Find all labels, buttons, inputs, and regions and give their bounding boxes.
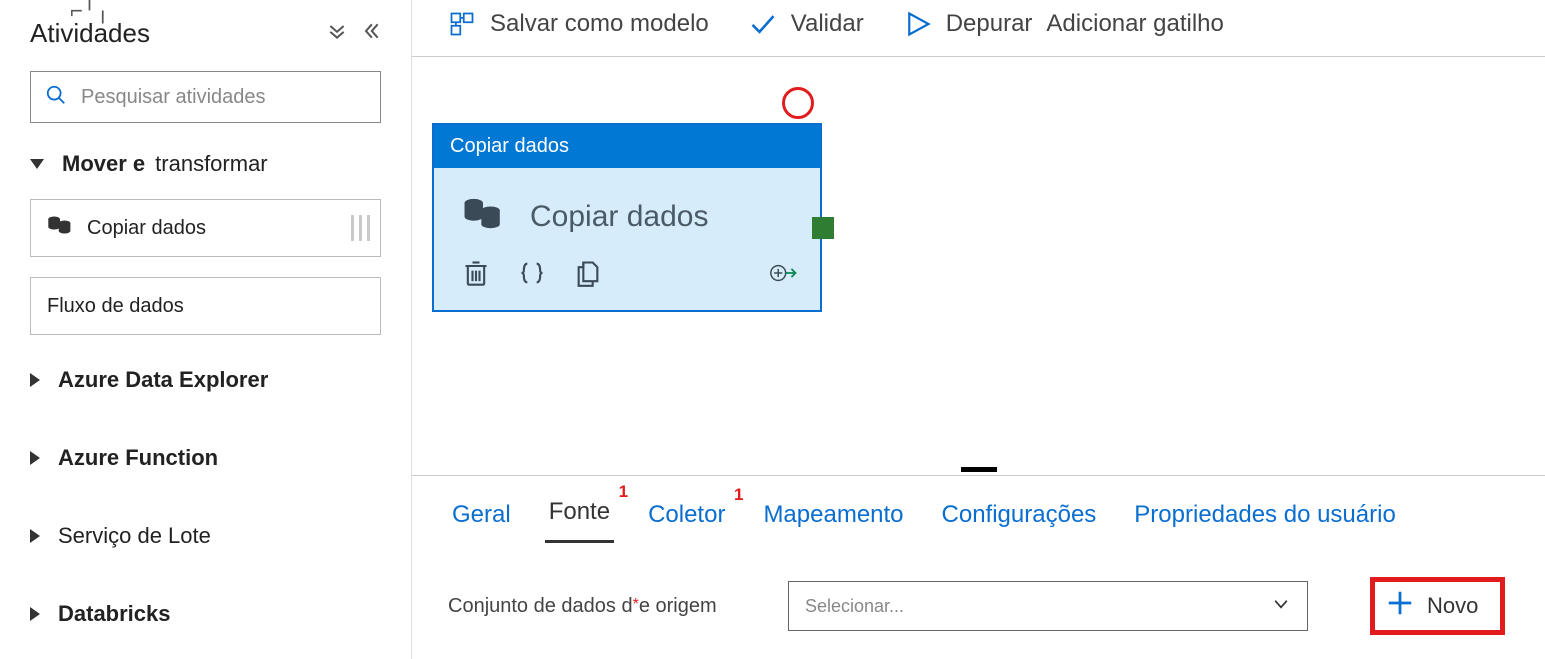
activity-node-header: Copiar dados — [434, 125, 820, 168]
tab-mapping[interactable]: Mapeamento — [759, 495, 907, 543]
category-label-part1: Mover e — [62, 151, 145, 177]
tab-general[interactable]: Geral — [448, 495, 515, 543]
tab-settings[interactable]: Configurações — [938, 495, 1101, 543]
tab-source-badge: 1 — [619, 482, 628, 502]
tab-sink[interactable]: Coletor 1 — [644, 495, 729, 543]
category-move-transform[interactable]: Mover e transformar — [30, 151, 381, 177]
annotation-ring-icon — [782, 87, 814, 119]
source-dataset-label: Conjunto de dados d*e origem — [448, 595, 748, 618]
expand-all-icon[interactable] — [327, 21, 347, 46]
pipeline-canvas[interactable]: Copiar dados Copiar dados — [412, 57, 1545, 465]
search-activities-input-wrap[interactable] — [30, 71, 381, 123]
category-azure-function[interactable]: Azure Function — [30, 445, 381, 471]
activity-item-label: Fluxo de dados — [47, 295, 184, 318]
tab-user-properties[interactable]: Propriedades do usuário — [1130, 495, 1400, 543]
source-dataset-row: Conjunto de dados d*e origem Selecionar.… — [412, 543, 1545, 659]
source-dataset-select[interactable]: Selecionar... — [788, 581, 1308, 631]
validate-button[interactable]: Validar — [749, 10, 864, 38]
add-trigger-button[interactable]: Adicionar gatilho — [1046, 10, 1223, 38]
panel-resizer[interactable] — [412, 465, 1545, 475]
plus-icon — [1385, 588, 1415, 624]
output-handle[interactable] — [812, 217, 834, 239]
search-icon — [45, 84, 81, 111]
category-label-part2: transformar — [155, 151, 267, 177]
chevron-down-icon — [1271, 594, 1291, 619]
add-trigger-label: Adicionar gatilho — [1046, 10, 1223, 38]
select-placeholder: Selecionar... — [805, 596, 904, 617]
save-as-template-button[interactable]: Salvar como modelo — [448, 10, 709, 38]
tab-sink-badge: 1 — [734, 485, 743, 505]
validate-label: Validar — [791, 10, 864, 38]
new-label: Novo — [1427, 593, 1478, 619]
activity-item-copy-data[interactable]: Copiar dados — [30, 199, 381, 257]
database-pair-icon — [47, 213, 73, 243]
activity-item-data-flow[interactable]: Fluxo de dados — [30, 277, 381, 335]
collapse-sidebar-icon[interactable] — [361, 21, 381, 46]
activity-node-title: Copiar dados — [530, 200, 708, 234]
pipeline-toolbar: Salvar como modelo Validar Depurar Adici… — [412, 0, 1545, 57]
new-source-dataset-button[interactable]: Novo — [1370, 577, 1505, 635]
tab-source[interactable]: Fonte 1 — [545, 492, 614, 543]
category-batch-service[interactable]: Serviço de Lote — [30, 523, 381, 549]
clone-icon[interactable] — [574, 259, 602, 292]
debug-button[interactable]: Depurar — [904, 10, 1033, 38]
category-azure-data-explorer[interactable]: Azure Data Explorer — [30, 367, 381, 393]
cursor-icon: ⌐╵╷ — [70, 0, 109, 24]
save-as-template-label: Salvar como modelo — [490, 10, 709, 38]
drag-grip-icon — [351, 215, 370, 241]
properties-tabs: Geral Fonte 1 Coletor 1 Mapeamento Confi… — [412, 482, 1545, 543]
activity-item-label: Copiar dados — [87, 217, 206, 240]
copy-data-activity-node[interactable]: Copiar dados Copiar dados — [432, 123, 822, 312]
code-braces-icon[interactable] — [518, 259, 546, 292]
main-pane: Salvar como modelo Validar Depurar Adici… — [412, 0, 1545, 659]
database-pair-icon — [462, 194, 504, 239]
category-databricks[interactable]: Databricks — [30, 601, 381, 627]
debug-label: Depurar — [946, 10, 1033, 38]
search-activities-input[interactable] — [81, 86, 366, 109]
properties-panel: Geral Fonte 1 Coletor 1 Mapeamento Confi… — [412, 475, 1545, 659]
trash-icon[interactable] — [462, 259, 490, 292]
activities-sidebar: ⌐╵╷ Atividades — [0, 0, 412, 659]
add-output-icon[interactable] — [770, 259, 798, 292]
